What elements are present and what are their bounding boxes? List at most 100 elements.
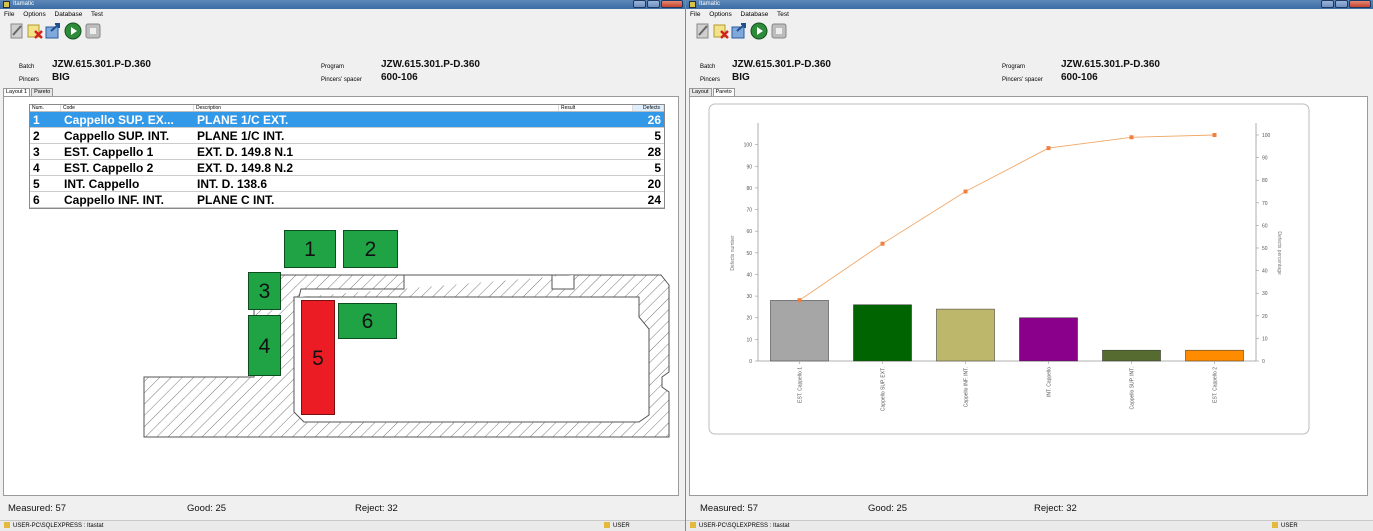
maximize-button[interactable] <box>647 0 660 8</box>
window-title: Itamatic <box>13 1 35 7</box>
block-4[interactable]: 4 <box>248 315 281 376</box>
header-description[interactable]: Description <box>194 105 559 111</box>
status-connection: USER-PC\SQLEXPRESS : Itastat <box>13 523 104 529</box>
menu-file[interactable]: File <box>690 11 700 18</box>
maximize-button[interactable] <box>1335 0 1348 8</box>
x-tick-label: Cappello SUP. EXT. <box>881 367 887 411</box>
menu-database[interactable]: Database <box>741 11 769 18</box>
stop-icon[interactable] <box>84 22 102 40</box>
table-row[interactable]: 2 Cappello SUP. INT. PLANE 1/C INT. 5 <box>30 128 664 144</box>
y2-tick-label: 0 <box>1262 359 1265 365</box>
y-axis-label: Defects number <box>730 235 736 271</box>
delete-icon[interactable] <box>26 22 44 40</box>
table-row[interactable]: 6 Cappello INF. INT. PLANE C INT. 24 <box>30 192 664 208</box>
play-icon[interactable] <box>64 22 82 40</box>
tab-pareto[interactable]: Pareto <box>31 88 54 96</box>
table-row[interactable]: 5 INT. Cappello INT. D. 138.6 20 <box>30 176 664 192</box>
block-6[interactable]: 6 <box>338 303 397 339</box>
cell-num: 4 <box>33 161 40 175</box>
menu-options[interactable]: Options <box>23 11 45 18</box>
header-num[interactable]: Num. <box>30 105 61 111</box>
spacer-label: Pincers' spacer <box>1002 77 1043 83</box>
play-icon[interactable] <box>750 22 768 40</box>
batch-value: JZW.615.301.P-D.360 <box>732 59 831 70</box>
cumulative-point[interactable] <box>963 189 968 194</box>
tab-layout[interactable]: Layout 1 <box>3 88 31 96</box>
header-defects[interactable]: Defects <box>633 105 664 111</box>
close-button[interactable] <box>1349 0 1371 8</box>
block-5[interactable]: 5 <box>301 300 335 415</box>
close-button[interactable] <box>661 0 683 8</box>
edit-icon[interactable] <box>694 22 712 40</box>
status-user-area: USER <box>600 521 630 531</box>
cell-description: PLANE 1/C EXT. <box>197 113 289 127</box>
y2-tick-label: 60 <box>1262 223 1268 229</box>
bar[interactable] <box>770 300 829 362</box>
batch-label: Batch <box>700 64 716 70</box>
bar[interactable] <box>1019 317 1078 362</box>
edit-icon[interactable] <box>8 22 26 40</box>
pincers-label: Pincers <box>19 77 40 83</box>
menu-database[interactable]: Database <box>55 11 83 18</box>
app-icon <box>689 1 696 8</box>
cumulative-point[interactable] <box>797 298 802 303</box>
export-icon[interactable] <box>730 22 748 40</box>
status-bar: USER-PC\SQLEXPRESS : Itastat USER <box>686 520 1373 531</box>
cumulative-point[interactable] <box>1212 133 1217 137</box>
cumulative-point[interactable] <box>1046 146 1051 151</box>
export-icon[interactable] <box>44 22 62 40</box>
cell-defects: 5 <box>654 161 661 175</box>
cell-defects: 20 <box>647 177 661 191</box>
cumulative-point[interactable] <box>1129 135 1134 140</box>
defects-grid[interactable]: Num. Code Description Result Defects 1 Ca… <box>29 104 665 209</box>
minimize-button[interactable] <box>633 0 646 8</box>
cell-result <box>559 144 633 159</box>
block-2[interactable]: 2 <box>343 230 398 268</box>
tab-layout[interactable]: Layout <box>689 88 712 96</box>
tab-strip: Layout 1 Pareto <box>3 88 54 96</box>
header-result[interactable]: Result <box>559 105 633 111</box>
cell-description: EXT. D. 149.8 N.1 <box>197 145 294 159</box>
cell-result <box>559 192 633 207</box>
table-row[interactable]: 4 EST. Cappello 2 EXT. D. 149.8 N.2 5 <box>30 160 664 176</box>
y-tick-label: 100 <box>744 143 753 149</box>
cell-defects: 24 <box>647 193 661 207</box>
delete-icon[interactable] <box>712 22 730 40</box>
x-tick-label: Cappello SUP. INT. <box>1130 367 1136 409</box>
program-value: JZW.615.301.P-D.360 <box>1061 59 1160 70</box>
block-1[interactable]: 1 <box>284 230 336 268</box>
y2-tick-label: 100 <box>1262 133 1271 139</box>
y2-axis-label: Defects percentage <box>1276 231 1282 275</box>
part-cross-section <box>143 274 670 438</box>
menu-bar: File Options Database Test <box>0 9 685 20</box>
menu-test[interactable]: Test <box>777 11 789 18</box>
y-tick-label: 90 <box>746 164 752 170</box>
layout-panel: Num. Code Description Result Defects 1 Ca… <box>3 96 679 496</box>
table-row[interactable]: 1 Cappello SUP. EX... PLANE 1/C EXT. 26 <box>30 112 664 128</box>
cell-result <box>559 160 633 175</box>
y-tick-label: 70 <box>746 208 752 214</box>
cell-defects: 26 <box>647 113 661 127</box>
bar[interactable] <box>853 304 912 362</box>
bar[interactable] <box>1102 349 1161 362</box>
cumulative-point[interactable] <box>880 241 885 246</box>
menu-file[interactable]: File <box>4 11 14 18</box>
menu-bar: File Options Database Test <box>686 9 1373 20</box>
header-code[interactable]: Code <box>61 105 194 111</box>
y-tick-label: 30 <box>746 294 752 300</box>
menu-options[interactable]: Options <box>709 11 731 18</box>
reject-count: Reject: 32 <box>1034 503 1077 514</box>
table-row[interactable]: 3 EST. Cappello 1 EXT. D. 149.8 N.1 28 <box>30 144 664 160</box>
stop-icon[interactable] <box>770 22 788 40</box>
bar[interactable] <box>936 308 995 362</box>
minimize-button[interactable] <box>1321 0 1334 8</box>
cell-result <box>559 128 633 143</box>
y2-tick-label: 40 <box>1262 269 1268 275</box>
pincers-value: BIG <box>52 72 70 83</box>
y2-tick-label: 70 <box>1262 201 1268 207</box>
menu-test[interactable]: Test <box>91 11 103 18</box>
bar[interactable] <box>1185 349 1244 362</box>
cell-result <box>559 176 633 191</box>
tab-pareto[interactable]: Pareto <box>712 88 735 96</box>
block-3[interactable]: 3 <box>248 272 281 310</box>
